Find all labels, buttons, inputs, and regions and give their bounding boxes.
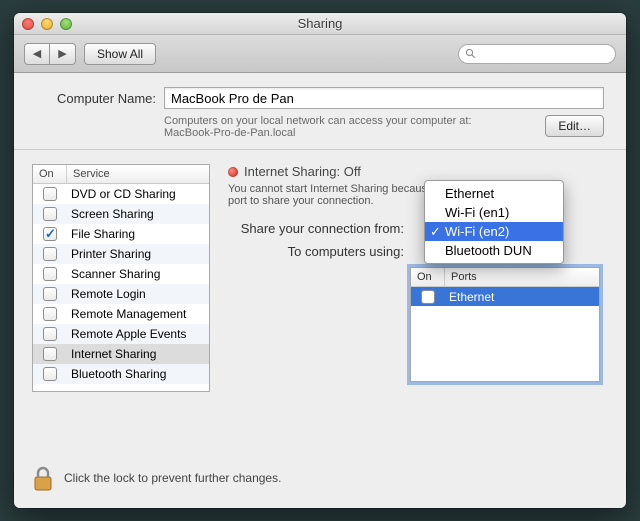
service-checkbox[interactable] [43,247,57,261]
service-row[interactable]: Scanner Sharing [33,264,209,284]
share-from-option[interactable]: Wi-Fi (en2) [425,222,563,241]
forward-button[interactable]: ▶ [50,43,76,65]
ports-header: On Ports [411,268,599,287]
computer-name-field[interactable] [164,87,604,109]
lock-text: Click the lock to prevent further change… [64,471,281,485]
toolbar: ◀ ▶ Show All [14,35,626,73]
service-label: Remote Apple Events [67,327,209,341]
sharing-prefpane-window: Sharing ◀ ▶ Show All Computer Name: Comp… [14,13,626,508]
service-label: Bluetooth Sharing [67,367,209,381]
search-wrap [458,44,616,64]
window-title: Sharing [298,16,343,31]
computer-name-help: Computers on your local network can acce… [164,115,533,139]
ports-row[interactable]: Ethernet [411,287,599,306]
detail-pane: Internet Sharing: Off You cannot start I… [228,164,608,450]
traffic-lights [22,18,72,30]
service-checkbox[interactable] [43,287,57,301]
service-label: File Sharing [67,227,209,241]
ports-table[interactable]: On Ports Ethernet [410,267,600,382]
service-checkbox[interactable] [43,347,57,361]
service-label: Remote Management [67,307,209,321]
port-label: Ethernet [445,290,494,304]
share-from-label: Share your connection from: [228,221,404,236]
minimize-icon[interactable] [41,18,53,30]
services-header: On Service [33,165,209,184]
status-indicator-icon [228,167,238,177]
to-computers-label: To computers using: [228,244,404,259]
share-from-option[interactable]: Wi-Fi (en1) [425,203,563,222]
service-label: Screen Sharing [67,207,209,221]
service-row[interactable]: Internet Sharing [33,344,209,364]
service-label: Printer Sharing [67,247,209,261]
back-button[interactable]: ◀ [24,43,50,65]
service-row[interactable]: Remote Management [33,304,209,324]
service-checkbox[interactable] [43,187,57,201]
edit-button[interactable]: Edit… [545,115,604,137]
share-from-option[interactable]: Bluetooth DUN [425,241,563,260]
computer-name-label: Computer Name: [36,91,156,106]
service-label: Internet Sharing [67,347,209,361]
service-row[interactable]: Bluetooth Sharing [33,364,209,384]
titlebar: Sharing [14,13,626,35]
share-from-dropdown-menu[interactable]: EthernetWi-Fi (en1)Wi-Fi (en2)Bluetooth … [424,180,564,264]
nav-seg: ◀ ▶ [24,43,76,65]
service-row[interactable]: File Sharing [33,224,209,244]
lock-icon[interactable] [32,464,54,492]
services-table[interactable]: On Service DVD or CD Sharing Screen Shari… [32,164,210,392]
close-icon[interactable] [22,18,34,30]
service-checkbox[interactable] [43,227,57,241]
content: Computer Name: Computers on your local n… [14,73,626,508]
service-checkbox[interactable] [43,207,57,221]
service-row[interactable]: Remote Login [33,284,209,304]
computer-name-box: Computer Name: Computers on your local n… [14,73,626,150]
show-all-button[interactable]: Show All [84,43,156,65]
service-label: Remote Login [67,287,209,301]
service-row[interactable]: Remote Apple Events [33,324,209,344]
lock-bar: Click the lock to prevent further change… [14,454,626,508]
search-icon [465,48,476,59]
service-checkbox[interactable] [43,367,57,381]
service-label: DVD or CD Sharing [67,187,209,201]
service-checkbox[interactable] [43,327,57,341]
zoom-icon[interactable] [60,18,72,30]
service-label: Scanner Sharing [67,267,209,281]
service-row[interactable]: Screen Sharing [33,204,209,224]
status-title: Internet Sharing: Off [244,164,361,179]
port-checkbox[interactable] [421,290,435,304]
main-body: On Service DVD or CD Sharing Screen Shari… [14,150,626,454]
service-row[interactable]: Printer Sharing [33,244,209,264]
service-checkbox[interactable] [43,267,57,281]
service-row[interactable]: DVD or CD Sharing [33,184,209,204]
service-checkbox[interactable] [43,307,57,321]
search-input[interactable] [458,44,616,64]
share-from-option[interactable]: Ethernet [425,184,563,203]
